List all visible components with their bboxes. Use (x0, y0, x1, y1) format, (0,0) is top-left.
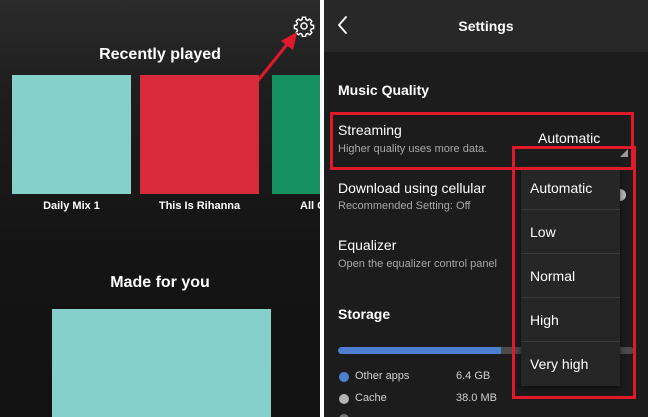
download-cellular-subtitle: Recommended Setting: Off (338, 200, 471, 212)
storage-usage-fill (338, 347, 501, 354)
recently-played-title: Recently played (99, 46, 221, 63)
storage-heading: Storage (338, 306, 391, 322)
storage-legend-size: 38.0 MB (456, 392, 497, 404)
storage-legend-label: Other apps (355, 370, 410, 382)
storage-legend-size: 6.4 GB (456, 370, 491, 382)
made-for-you-title: Made for you (110, 274, 210, 291)
made-for-you-tile[interactable] (52, 309, 271, 417)
settings-header: Settings (324, 0, 648, 52)
equalizer-title: Equalizer (338, 237, 397, 253)
page-title: Settings (458, 18, 514, 34)
annotation-box-menu (512, 146, 636, 399)
equalizer-subtitle: Open the equalizer control panel (338, 258, 497, 270)
tile-daily-mix-1[interactable] (12, 75, 131, 194)
cache-dot (339, 394, 349, 404)
home-screen: Recently played Daily Mix 1 This Is Riha… (0, 0, 320, 417)
tile-label: All C (300, 200, 320, 212)
tile-this-is-rihanna[interactable] (140, 75, 259, 194)
tile-label: Daily Mix 1 (43, 200, 100, 212)
tile-label: This Is Rihanna (158, 200, 241, 212)
other-apps-dot (339, 372, 349, 382)
download-cellular-title: Download using cellular (338, 180, 486, 196)
storage-legend-label: Cache (355, 392, 387, 404)
tile-all-c[interactable] (272, 75, 320, 194)
music-quality-heading: Music Quality (338, 82, 430, 98)
settings-screen: Settings Music Quality Streaming Higher … (324, 0, 648, 417)
